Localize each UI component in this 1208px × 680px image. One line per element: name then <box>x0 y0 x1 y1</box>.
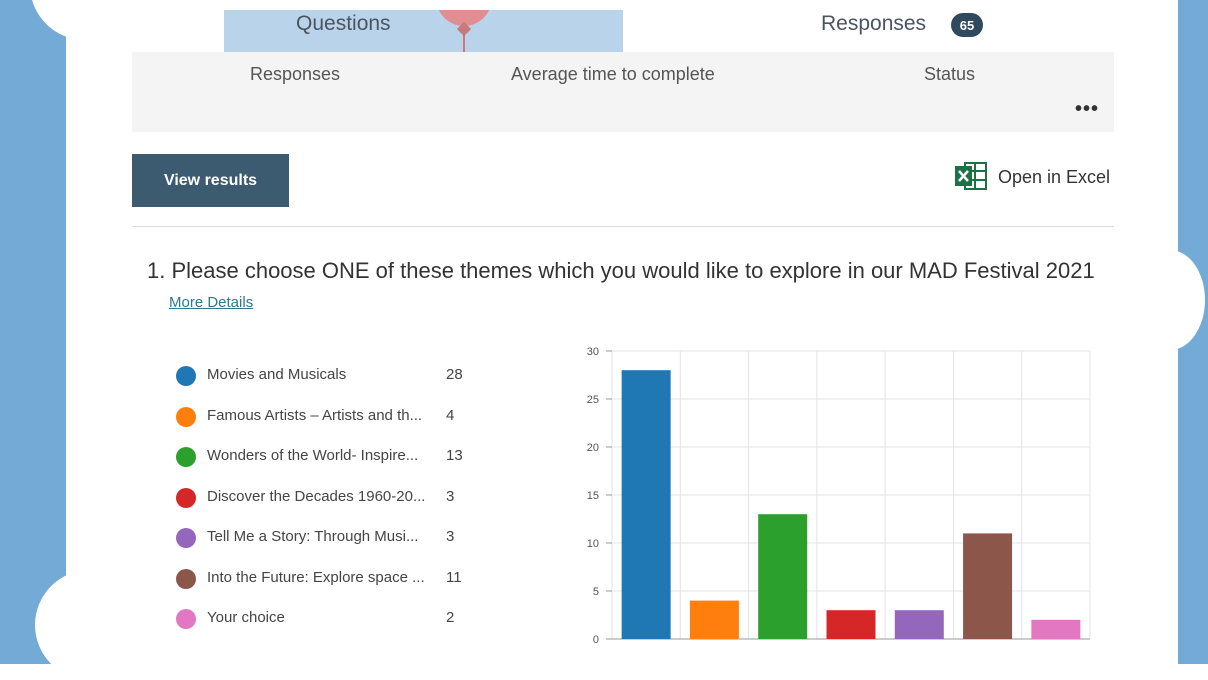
chart-bar <box>894 610 944 639</box>
legend-count: 3 <box>446 487 455 505</box>
excel-icon[interactable] <box>955 162 987 190</box>
legend-item: Famous Artists – Artists and th... 4 <box>176 405 476 429</box>
tab-questions-label: Questions <box>296 12 391 35</box>
background-left <box>0 0 66 664</box>
y-tick-label: 5 <box>593 586 599 598</box>
bar-chart: 0 5 10 15 20 25 30 <box>587 346 1091 646</box>
legend-label: Movies and Musicals <box>207 366 347 383</box>
tab-questions[interactable]: Questions <box>224 10 623 52</box>
legend-count: 11 <box>446 568 462 586</box>
more-options-icon[interactable]: ••• <box>1075 98 1099 121</box>
legend-color-dot <box>176 406 196 427</box>
responses-count-badge: 65 <box>951 13 983 37</box>
more-details-link[interactable]: More Details <box>169 294 253 311</box>
balloon-string <box>463 32 465 52</box>
tab-responses[interactable]: Responses <box>821 12 926 36</box>
legend-color-dot <box>176 447 196 467</box>
legend-color-dot <box>176 528 196 548</box>
chart-bar <box>826 610 876 639</box>
y-tick-label: 15 <box>587 490 599 502</box>
legend-label: Discover the Decades 1960-20... <box>207 487 426 505</box>
legend-label: Tell Me a Story: Through Musi... <box>207 528 419 545</box>
open-in-excel-link[interactable]: Open in Excel <box>998 167 1110 188</box>
legend-color-dot <box>176 568 196 589</box>
legend-item: Your choice 2 <box>176 607 476 631</box>
y-tick-label: 10 <box>587 538 599 550</box>
y-tick-label: 0 <box>593 634 599 646</box>
legend-item: Into the Future: Explore space ... 11 <box>176 567 476 591</box>
stats-bar: Responses Average time to complete Statu… <box>132 52 1114 132</box>
legend-label: Your choice <box>207 609 285 626</box>
chart-bar <box>621 370 671 639</box>
chart-bar <box>758 514 808 639</box>
chart-bar <box>1031 619 1081 639</box>
legend-item: Wonders of the World- Inspire... 13 <box>176 445 476 469</box>
legend-label: Famous Artists – Artists and th... <box>207 406 423 424</box>
legend-color-dot <box>176 487 196 508</box>
divider <box>132 226 1114 227</box>
legend-label: Into the Future: Explore space ... <box>207 568 425 586</box>
legend-item: Discover the Decades 1960-20... 3 <box>176 486 476 510</box>
y-tick-label: 20 <box>587 442 599 454</box>
question-title: 1. Please choose ONE of these themes whi… <box>147 258 1095 283</box>
stat-avg-time-label: Average time to complete <box>511 64 715 84</box>
legend-label: Wonders of the World- Inspire... <box>207 447 419 464</box>
legend-count: 3 <box>446 528 455 545</box>
view-results-button[interactable]: View results <box>132 154 289 207</box>
legend-count: 28 <box>446 366 463 383</box>
y-tick-label: 30 <box>587 346 599 358</box>
stat-responses-label: Responses <box>250 64 341 84</box>
legend-item: Movies and Musicals 28 <box>176 364 476 388</box>
legend-color-dot <box>176 366 196 386</box>
legend-count: 13 <box>446 447 463 464</box>
chart-bar <box>689 600 739 639</box>
stat-status-label: Status <box>924 64 976 84</box>
chart-bar <box>963 533 1013 639</box>
legend-color-dot <box>176 609 196 629</box>
legend-count: 4 <box>446 406 455 424</box>
y-tick-label: 25 <box>587 394 599 406</box>
legend-item: Tell Me a Story: Through Musi... 3 <box>176 526 476 550</box>
legend-count: 2 <box>446 609 455 626</box>
